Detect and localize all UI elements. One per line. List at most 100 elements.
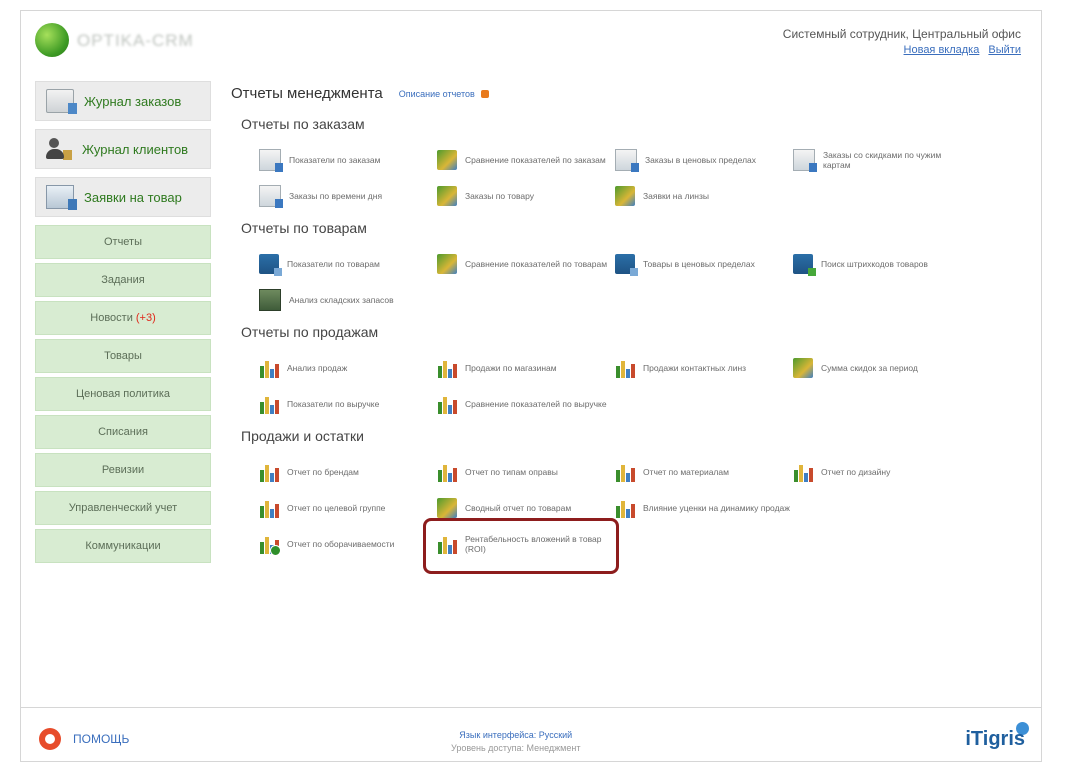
- report-label: Отчет по оборачиваемости: [287, 539, 395, 549]
- report-link[interactable]: Анализ продаж: [259, 354, 437, 382]
- sidebar-item-label: Списания: [98, 426, 148, 438]
- report-link[interactable]: Отчет по целевой группе: [259, 494, 437, 522]
- sidebar-item-label: Журнал клиентов: [82, 141, 189, 157]
- report-doc-icon: [793, 149, 817, 172]
- sidebar-item-tasks[interactable]: Задания: [35, 263, 211, 297]
- report-link[interactable]: Сравнение показателей по товарам: [437, 250, 615, 278]
- report-chart-icon: [437, 186, 457, 206]
- report-link[interactable]: Отчет по брендам: [259, 458, 437, 486]
- report-label: Сравнение показателей по выручке: [465, 399, 607, 409]
- goods-request-icon: [46, 185, 77, 210]
- sidebar-item-goods[interactable]: Товары: [35, 339, 211, 373]
- empty-slot: [793, 494, 971, 522]
- sidebar-item-label: Заявки на товар: [84, 189, 182, 205]
- main-content: Отчеты менеджмента Описание отчетов Отче…: [231, 85, 1031, 574]
- user-links: Новая вкладка Выйти: [783, 44, 1021, 56]
- sidebar-item-label: Товары: [104, 350, 142, 362]
- language-link[interactable]: Язык интерфейса: Русский: [451, 730, 580, 740]
- report-label: Заказы по времени дня: [289, 191, 383, 201]
- report-link[interactable]: Показатели по выручке: [259, 390, 437, 418]
- report-box-icon: [615, 254, 638, 276]
- report-label: Поиск штрихкодов товаров: [821, 259, 928, 269]
- section-title: Отчеты по продажам: [241, 324, 379, 340]
- report-link[interactable]: Показатели по заказам: [259, 146, 437, 174]
- report-bar-chart-icon: [259, 498, 279, 518]
- report-link[interactable]: Заказы в ценовых пределах: [615, 146, 793, 174]
- sidebar-item-label: Новости: [90, 312, 133, 324]
- logout-link[interactable]: Выйти: [988, 44, 1021, 56]
- rss-icon[interactable]: [480, 89, 489, 98]
- report-link[interactable]: Отчет по типам оправы: [437, 458, 615, 486]
- report-link[interactable]: Влияние уценки на динамику продаж: [615, 494, 793, 522]
- report-doc-icon: [259, 149, 283, 172]
- sidebar: Журнал заказов Журнал клиентов Заявки на…: [35, 81, 211, 567]
- lifebuoy-icon: [39, 728, 61, 750]
- sidebar-item-writeoffs[interactable]: Списания: [35, 415, 211, 449]
- report-link[interactable]: Заявки на линзы: [615, 182, 793, 210]
- report-link[interactable]: Продажи контактных линз: [615, 354, 793, 382]
- report-label: Заказы в ценовых пределах: [645, 155, 757, 165]
- report-label: Отчет по материалам: [643, 467, 729, 477]
- reports-description-link[interactable]: Описание отчетов: [399, 89, 475, 99]
- report-link[interactable]: Анализ складских запасов: [259, 286, 437, 314]
- section-title: Продажи и остатки: [241, 428, 364, 444]
- help-button[interactable]: ПОМОЩЬ: [39, 728, 129, 750]
- new-tab-link[interactable]: Новая вкладка: [904, 44, 980, 56]
- report-link[interactable]: Сумма скидок за период: [793, 354, 971, 382]
- report-bar-chart-icon: [615, 462, 635, 482]
- sidebar-item-audits[interactable]: Ревизии: [35, 453, 211, 487]
- report-box-icon: [259, 254, 282, 276]
- report-label: Сводный отчет по товарам: [465, 503, 572, 513]
- report-doc-icon: [615, 149, 639, 172]
- report-link[interactable]: Рентабельность вложений в товар (ROI): [423, 518, 619, 574]
- report-label: Продажи по магазинам: [465, 363, 557, 373]
- user-box: Системный сотрудник, Центральный офис Но…: [783, 27, 1021, 56]
- report-link[interactable]: Сравнение показателей по выручке: [437, 390, 615, 418]
- report-link[interactable]: Отчет по материалам: [615, 458, 793, 486]
- language-info: Язык интерфейса: Русский Уровень доступа…: [451, 730, 580, 753]
- logo-text: OPTIKA-CRM: [77, 31, 194, 50]
- report-label: Анализ складских запасов: [289, 295, 394, 305]
- sidebar-item-goods-requests[interactable]: Заявки на товар: [35, 177, 211, 217]
- footer: ПОМОЩЬ Язык интерфейса: Русский Уровень …: [21, 707, 1041, 762]
- sidebar-item-communications[interactable]: Коммуникации: [35, 529, 211, 563]
- report-link[interactable]: Товары в ценовых пределах: [615, 250, 793, 278]
- sidebar-item-label: Отчеты: [103, 236, 143, 248]
- help-label: ПОМОЩЬ: [73, 732, 130, 746]
- report-bar-chart-icon: [793, 462, 813, 482]
- sidebar-item-reports[interactable]: Отчеты: [35, 225, 211, 259]
- journal-icon: [46, 89, 77, 114]
- report-chart-icon: [615, 186, 635, 206]
- section-title: Отчеты по товарам: [241, 220, 367, 236]
- report-label: Показатели по товарам: [287, 259, 380, 269]
- report-link[interactable]: Продажи по магазинам: [437, 354, 615, 382]
- sidebar-item-pricing[interactable]: Ценовая политика: [35, 377, 211, 411]
- report-link[interactable]: Отчет по дизайну: [793, 458, 971, 486]
- report-link[interactable]: Сравнение показателей по заказам: [437, 146, 615, 174]
- report-link[interactable]: Заказы по товару: [437, 182, 615, 210]
- report-link[interactable]: Отчет по оборачиваемости: [259, 530, 437, 558]
- sidebar-item-label: Задания: [101, 274, 145, 286]
- report-label: Товары в ценовых пределах: [643, 259, 755, 269]
- report-bar-chart-icon: [615, 358, 635, 378]
- report-chart-icon: [437, 254, 457, 274]
- report-bar-chart-icon: [259, 394, 279, 414]
- report-link[interactable]: Поиск штрихкодов товаров: [793, 250, 971, 278]
- report-link[interactable]: Заказы по времени дня: [259, 182, 437, 210]
- report-label: Сумма скидок за период: [821, 363, 918, 373]
- logo-icon[interactable]: [35, 23, 69, 57]
- report-label: Отчет по брендам: [287, 467, 359, 477]
- sidebar-item-label: Коммуникации: [85, 540, 161, 552]
- report-bar-chart-icon: [615, 498, 635, 518]
- sidebar-item-clients-journal[interactable]: Журнал клиентов: [35, 129, 211, 169]
- sidebar-item-orders-journal[interactable]: Журнал заказов: [35, 81, 211, 121]
- report-link[interactable]: Заказы со скидками по чужим картам: [793, 146, 971, 174]
- report-sections: Отчеты по заказам Показатели по заказам Ср…: [231, 116, 1031, 574]
- report-grid: Показатели по товарам Сравнение показател…: [259, 250, 1031, 314]
- report-link[interactable]: Показатели по товарам: [259, 250, 437, 278]
- sidebar-item-management-accounting[interactable]: Управленческий учет: [35, 491, 211, 525]
- report-doc-icon: [259, 185, 283, 208]
- report-bar-chart-icon: [437, 462, 457, 482]
- sidebar-item-label: Управленческий учет: [68, 502, 178, 514]
- sidebar-item-news[interactable]: Новости (+3): [35, 301, 211, 335]
